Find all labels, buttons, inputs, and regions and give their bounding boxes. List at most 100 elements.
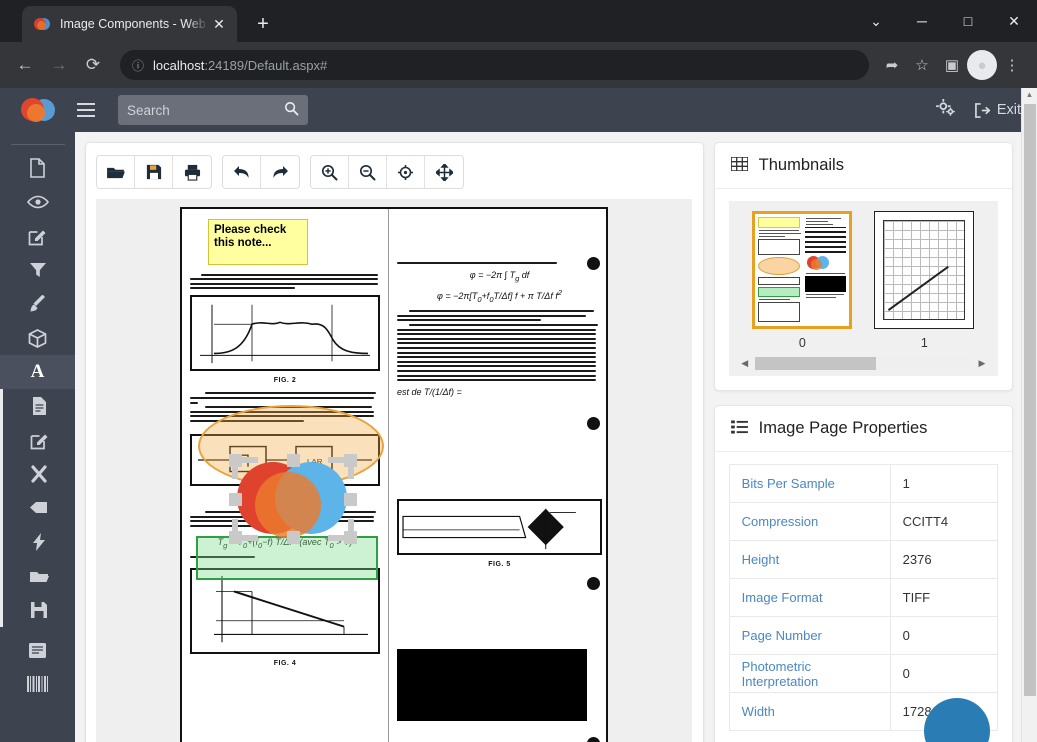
figure-2 bbox=[190, 295, 380, 372]
properties-panel: Image Page Properties Bits Per Sample 1 Co… bbox=[713, 405, 1013, 742]
thumbnail-item[interactable]: 0 bbox=[752, 211, 853, 350]
properties-body: Bits Per Sample 1 Compression CCITT4 Height 2… bbox=[715, 452, 1012, 742]
scroll-right-icon[interactable]: ▶ bbox=[976, 358, 988, 369]
resize-handle[interactable] bbox=[344, 454, 357, 467]
page-scrollbar[interactable]: ▲ bbox=[1021, 88, 1037, 742]
omnibox-actions: ➦ ☆ ▣ ● ⋮ bbox=[877, 50, 1027, 80]
profile-avatar[interactable]: ● bbox=[967, 50, 997, 80]
url-input[interactable]: ⓘ localhost:24189/Default.aspx# bbox=[120, 50, 869, 80]
side-panel-icon[interactable]: ▣ bbox=[937, 50, 967, 80]
redaction-annotation[interactable] bbox=[397, 649, 587, 721]
zoom-in-button[interactable] bbox=[311, 156, 349, 188]
left-toolrail: A bbox=[0, 132, 75, 742]
sidebar-item-document[interactable] bbox=[3, 389, 75, 423]
scrollbar-thumb[interactable] bbox=[754, 357, 877, 370]
sidebar-item-open-folder[interactable] bbox=[3, 559, 75, 593]
formula: φ = −2π ∫ Tg df bbox=[469, 269, 530, 283]
scroll-up-icon[interactable]: ▲ bbox=[1022, 88, 1037, 102]
avatar: ● bbox=[967, 50, 997, 80]
image-annotation-selected[interactable] bbox=[229, 454, 357, 544]
sidebar-item-edit-note[interactable] bbox=[3, 423, 75, 457]
figure-caption-2: FIG. 2 bbox=[273, 377, 297, 385]
thumbnail-scrollbar[interactable]: ◀ ▶ bbox=[737, 357, 990, 376]
resize-handle[interactable] bbox=[229, 493, 242, 506]
site-info-icon[interactable]: ⓘ bbox=[132, 57, 144, 74]
sidebar-item-brush[interactable] bbox=[0, 287, 75, 321]
thumbnail-item[interactable]: 1 bbox=[874, 211, 975, 350]
sidebar-item-book[interactable] bbox=[0, 633, 75, 667]
sidebar-item-delete[interactable] bbox=[3, 457, 75, 491]
formula: est de T/(1/Δf) = bbox=[397, 387, 462, 398]
sidebar-item-eraser[interactable] bbox=[3, 491, 75, 525]
right-sidebar: Thumbnails 0 1 ◀ ▶ Image Page Properties… bbox=[713, 142, 1013, 742]
exit-button[interactable]: Exit bbox=[974, 102, 1021, 118]
sidebar-item-flash[interactable] bbox=[3, 525, 75, 559]
resize-handle[interactable] bbox=[344, 531, 357, 544]
property-key: Width bbox=[728, 692, 891, 731]
close-icon[interactable]: ✕ bbox=[209, 16, 229, 33]
bookmark-star-icon[interactable]: ☆ bbox=[907, 50, 937, 80]
sticky-note-annotation[interactable]: Please check this note... bbox=[208, 219, 308, 265]
table-row: Bits Per Sample 1 bbox=[728, 464, 999, 503]
sidebar-item-text-tool[interactable]: A bbox=[0, 355, 75, 389]
scroll-left-icon[interactable]: ◀ bbox=[739, 358, 751, 369]
undo-button[interactable] bbox=[223, 156, 261, 188]
scrollbar-track[interactable] bbox=[754, 357, 972, 370]
scrollbar-thumb[interactable] bbox=[1024, 104, 1036, 696]
chevron-down-icon[interactable]: ⌄ bbox=[853, 0, 899, 42]
pan-button[interactable] bbox=[425, 156, 463, 188]
reload-icon[interactable]: ⟳ bbox=[78, 50, 108, 80]
property-key: Compression bbox=[728, 502, 891, 541]
maximize-icon[interactable]: □ bbox=[945, 0, 991, 42]
sidebar-item-page[interactable] bbox=[0, 151, 75, 185]
paragraph bbox=[389, 310, 606, 382]
table-row: Photometric Interpretation 0 bbox=[728, 654, 999, 693]
table-row: Image Format TIFF bbox=[728, 578, 999, 617]
sidebar-item-filter[interactable] bbox=[0, 253, 75, 287]
table-row: Page Number 0 bbox=[728, 616, 999, 655]
search-input[interactable]: Search bbox=[118, 95, 308, 125]
print-button[interactable] bbox=[173, 156, 211, 188]
property-value: 1 bbox=[889, 464, 999, 503]
zoom-out-button[interactable] bbox=[349, 156, 387, 188]
sidebar-item-save[interactable] bbox=[3, 593, 75, 627]
browser-menu-icon[interactable]: ⋮ bbox=[997, 50, 1027, 80]
resize-handle[interactable] bbox=[287, 531, 300, 544]
resize-handle[interactable] bbox=[344, 493, 357, 506]
web-application: Search Exit A FIG. 2 Tg 0+(f0−f) T/Δf (a… bbox=[0, 88, 1037, 742]
figure-caption-5: FIG. 5 bbox=[488, 561, 511, 569]
toolbar-group-zoom bbox=[310, 155, 464, 189]
sidebar-item-box[interactable] bbox=[0, 321, 75, 355]
back-icon[interactable]: ← bbox=[10, 50, 40, 80]
sidebar-item-annotate[interactable] bbox=[0, 219, 75, 253]
gear-icon[interactable] bbox=[935, 98, 956, 122]
resize-handle[interactable] bbox=[229, 454, 242, 467]
app-logo bbox=[0, 88, 75, 132]
table-row: Compression CCITT4 bbox=[728, 502, 999, 541]
sidebar-item-view[interactable] bbox=[0, 185, 75, 219]
document-page[interactable]: FIG. 2 Tg 0+(f0−f) T/Δf (avec T0 > T) FI… bbox=[180, 207, 608, 742]
thumbnail-image[interactable] bbox=[752, 211, 853, 329]
redo-button[interactable] bbox=[261, 156, 299, 188]
resize-handle[interactable] bbox=[287, 454, 300, 467]
thumbnails-title: Thumbnails bbox=[758, 156, 844, 174]
browser-window: Image Components - Web Image ✕ + ⌄ ─ □ ✕… bbox=[0, 0, 1037, 742]
forward-icon[interactable]: → bbox=[44, 50, 74, 80]
exit-icon bbox=[974, 102, 991, 118]
thumbnail-image[interactable] bbox=[874, 211, 975, 329]
sidebar-item-barcode[interactable] bbox=[0, 667, 75, 701]
new-tab-button[interactable]: + bbox=[249, 10, 277, 38]
document-column-right: φ = −2π ∫ Tg df φ = −2π[T0+f0T/Δf] f + π… bbox=[388, 209, 606, 742]
table-row: Height 2376 bbox=[728, 540, 999, 579]
search-icon[interactable] bbox=[284, 101, 299, 119]
browser-tab[interactable]: Image Components - Web Image ✕ bbox=[22, 6, 237, 42]
minimize-icon[interactable]: ─ bbox=[899, 0, 945, 42]
resize-handle[interactable] bbox=[229, 531, 242, 544]
page-canvas[interactable]: FIG. 2 Tg 0+(f0−f) T/Δf (avec T0 > T) FI… bbox=[96, 199, 692, 742]
save-button[interactable] bbox=[135, 156, 173, 188]
app-header: Search Exit bbox=[0, 88, 1037, 132]
share-icon[interactable]: ➦ bbox=[877, 50, 907, 80]
open-button[interactable] bbox=[97, 156, 135, 188]
fit-page-button[interactable] bbox=[387, 156, 425, 188]
close-window-icon[interactable]: ✕ bbox=[991, 0, 1037, 42]
